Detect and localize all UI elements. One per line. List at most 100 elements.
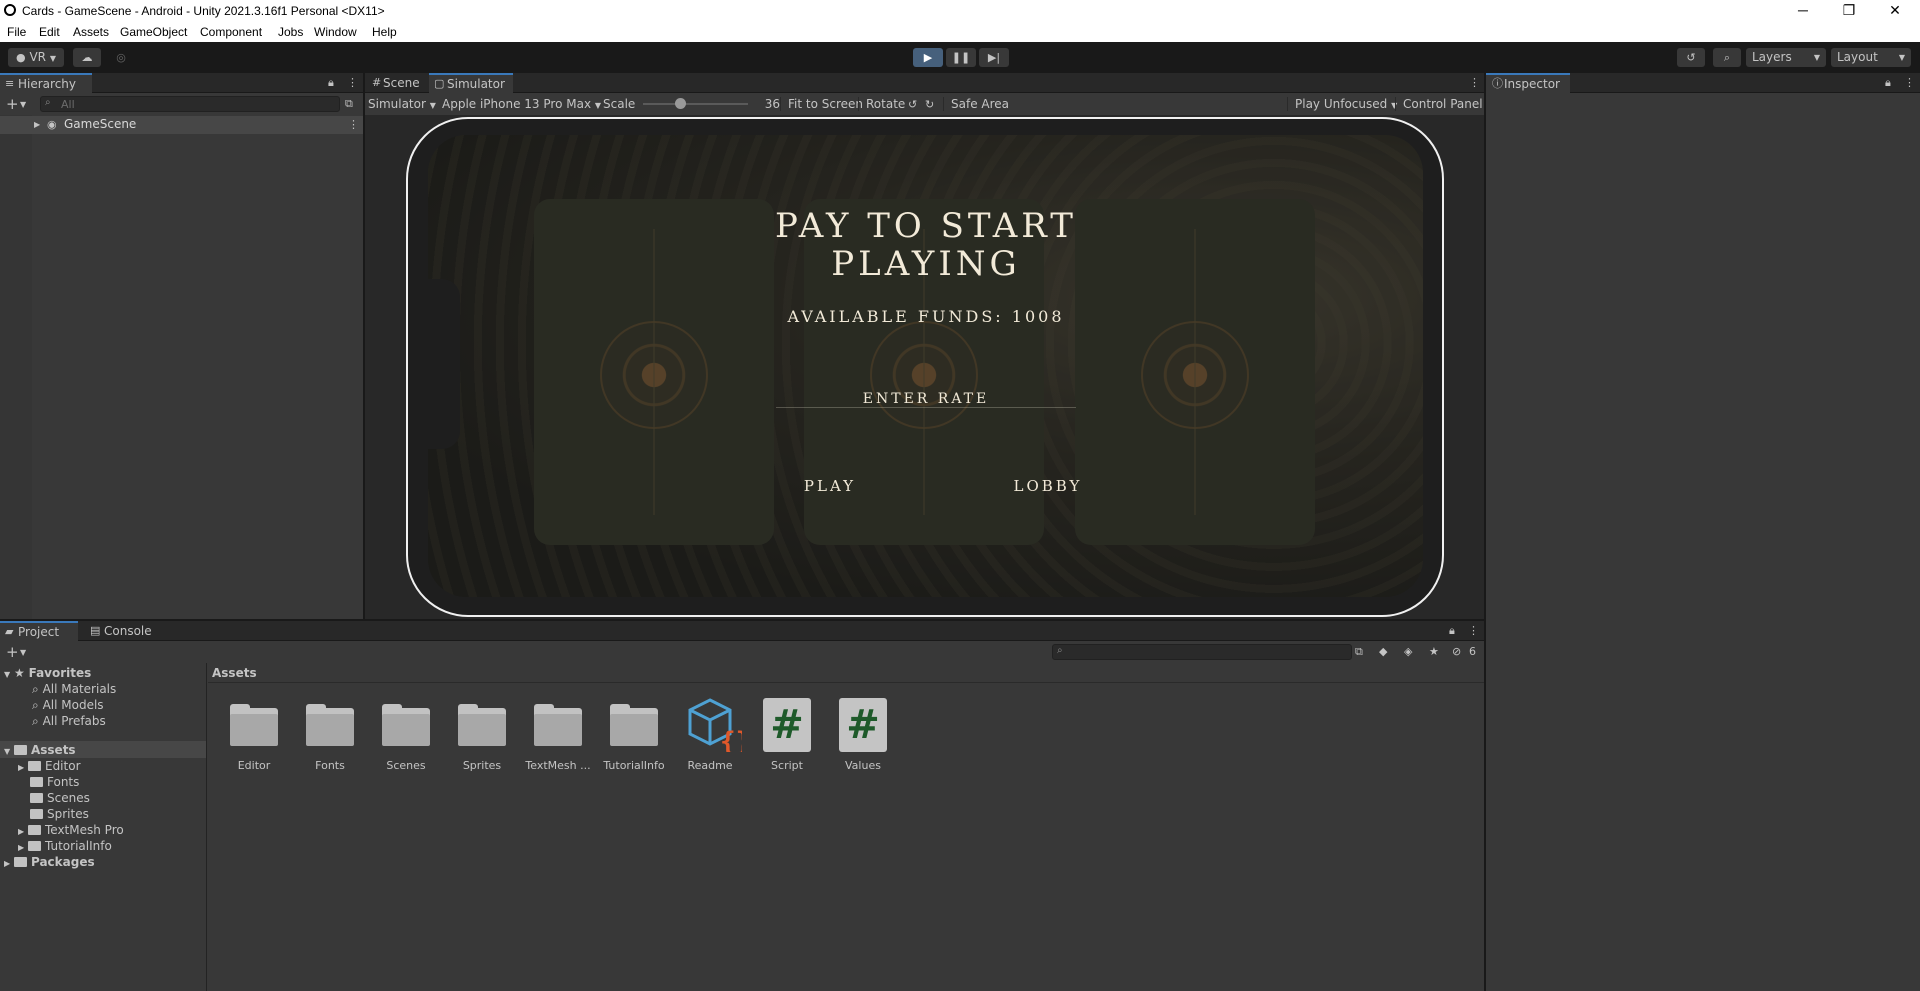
script-icon[interactable]: # (839, 698, 887, 752)
more-options-icon[interactable]: ⋮ (1469, 76, 1480, 89)
tree-folder-scenes[interactable]: Scenes (30, 791, 90, 805)
search-button[interactable]: ⌕ (1713, 48, 1741, 67)
rotate-left-icon[interactable]: ↺ (908, 98, 917, 111)
asset-label: TutorialInfo (603, 759, 665, 772)
unity-logo-icon (4, 4, 16, 16)
star-icon[interactable]: ★ (1429, 645, 1439, 658)
add-icon[interactable]: + (6, 643, 19, 661)
packages-root[interactable]: ▶ Packages (4, 855, 95, 869)
tree-folder-textmesh[interactable]: ▶ TextMesh Pro (18, 823, 124, 837)
minimize-button[interactable]: ─ (1780, 0, 1826, 22)
expand-arrow-icon: ▶ (4, 859, 11, 868)
hidden-packages-icon[interactable]: ⊘ (1452, 645, 1461, 658)
asset-label: Fonts (315, 759, 345, 772)
menu-file[interactable]: File (7, 25, 26, 39)
project-search-input[interactable]: ⌕ (1052, 644, 1352, 660)
tab-hierarchy[interactable]: ≡ Hierarchy (0, 73, 92, 93)
safe-area-toggle[interactable]: Safe Area (943, 97, 1009, 111)
lobby-button[interactable]: LOBBY (993, 477, 1103, 495)
tree-folder-fonts[interactable]: Fonts (30, 775, 79, 789)
asset-label: Sprites (462, 759, 502, 772)
hierarchy-header: ≡ Hierarchy 🔒︎ ⋮ (0, 73, 363, 93)
favorite-all-materials[interactable]: ⌕ All Materials (32, 682, 116, 697)
expand-arrow-icon[interactable]: ▶ (34, 120, 40, 129)
chevron-down-icon[interactable]: ▼ (20, 648, 26, 657)
asset-label: Readme (687, 759, 733, 772)
asset-grid: Editor Fonts Scenes Sprites TextMesh ...… (208, 684, 1484, 991)
asset-readme[interactable]: {} (686, 696, 751, 757)
tab-scene[interactable]: # Scene (365, 73, 429, 93)
lock-icon[interactable]: 🔒︎ (1449, 624, 1455, 638)
assets-root[interactable]: ▼ Assets (4, 743, 76, 757)
scene-tabs: # Scene ▢ Simulator ⋮ (365, 73, 1484, 93)
layout-dropdown[interactable]: Layout ▼ (1831, 48, 1911, 67)
tab-inspector[interactable]: ⓘ Inspector (1486, 73, 1570, 93)
tab-project[interactable]: ▰ Project (0, 621, 78, 641)
chevron-down-icon[interactable]: ▼ (20, 100, 26, 109)
fit-to-screen-toggle[interactable]: Fit to Screen (780, 97, 863, 111)
menu-help[interactable]: Help (372, 25, 397, 39)
filter-type-icon[interactable]: ◆ (1379, 645, 1387, 658)
collab-button[interactable]: ◎ (108, 48, 134, 67)
breadcrumb-assets[interactable]: Assets (212, 666, 257, 680)
favorites-header[interactable]: ▼ ★ Favorites (4, 666, 91, 680)
expand-arrow-icon: ▶ (18, 763, 25, 772)
expand-arrow-icon: ▼ (4, 670, 11, 679)
asset-label: Scenes (386, 759, 426, 772)
collab-icon: ◎ (116, 51, 126, 64)
tree-folder-tutorialinfo[interactable]: ▶ TutorialInfo (18, 839, 112, 853)
lock-icon[interactable]: 🔒︎ (328, 76, 334, 90)
more-options-icon[interactable]: ⋮ (348, 118, 359, 131)
rotate-right-icon[interactable]: ↻ (925, 98, 934, 111)
scene-visibility-icon[interactable]: ⧉ (345, 97, 353, 111)
window-titlebar: Cards - GameScene - Android - Unity 2021… (0, 0, 1920, 22)
lock-icon[interactable]: 🔒︎ (1885, 76, 1891, 90)
menu-edit[interactable]: Edit (39, 25, 60, 39)
favorite-all-prefabs[interactable]: ⌕ All Prefabs (32, 714, 106, 729)
play-game-button[interactable]: PLAY (780, 477, 880, 495)
favorite-all-models[interactable]: ⌕ All Models (32, 698, 104, 713)
layers-dropdown[interactable]: Layers ▼ (1746, 48, 1826, 67)
pause-button[interactable]: ❚❚ (946, 48, 976, 67)
search-by-type-icon[interactable]: ⧉ (1355, 645, 1363, 659)
svg-text:{}: {} (720, 727, 742, 752)
hierarchy-search[interactable]: ⌕ All (40, 96, 340, 112)
menu-window[interactable]: Window (314, 25, 357, 39)
menu-gameobject[interactable]: GameObject (120, 25, 187, 39)
more-options-icon[interactable]: ⋮ (347, 76, 358, 89)
script-icon[interactable]: # (763, 698, 811, 752)
tab-console[interactable]: ▤ Console (86, 621, 160, 641)
scale-slider-thumb[interactable] (674, 98, 686, 109)
menu-component[interactable]: Component (200, 25, 262, 39)
more-options-icon[interactable]: ⋮ (1904, 76, 1915, 89)
add-icon[interactable]: + (6, 95, 19, 113)
folder-icon (610, 704, 658, 748)
control-panel-button[interactable]: Control Panel (1395, 97, 1483, 111)
account-dropdown[interactable]: ● VR ▼ (8, 48, 64, 67)
device-notch (426, 279, 460, 449)
hierarchy-item-gamescene[interactable]: ▶ ◉ GameScene ⋮ (0, 116, 363, 134)
simulator-icon: ▢ (434, 77, 445, 90)
play-mode-dropdown[interactable]: Play Unfocused ▼ (1287, 97, 1397, 111)
menu-jobs[interactable]: Jobs (278, 25, 303, 39)
undo-history-button[interactable]: ↺ (1677, 48, 1705, 67)
enter-rate-input[interactable]: ENTER RATE (776, 391, 1076, 408)
more-options-icon[interactable]: ⋮ (1468, 624, 1479, 637)
device-dropdown[interactable]: Apple iPhone 13 Pro Max ▼ (442, 97, 601, 111)
inspector-header: ⓘ Inspector 🔒︎ ⋮ (1486, 73, 1920, 93)
tree-folder-sprites[interactable]: Sprites (30, 807, 89, 821)
close-button[interactable]: ✕ (1872, 0, 1918, 22)
simulator-dropdown[interactable]: Simulator ▼ (368, 97, 436, 111)
tree-folder-editor[interactable]: ▶ Editor (18, 759, 81, 773)
menu-assets[interactable]: Assets (73, 25, 109, 39)
label-icon[interactable]: ◈ (1404, 645, 1412, 658)
cloud-button[interactable]: ☁ (73, 48, 101, 67)
step-button[interactable]: ▶| (979, 48, 1009, 67)
tab-simulator[interactable]: ▢ Simulator (429, 73, 513, 93)
maximize-button[interactable]: ❐ (1826, 0, 1872, 22)
chevron-down-icon: ▼ (594, 101, 602, 110)
search-icon: ⌕ (1723, 51, 1731, 64)
play-button[interactable]: ▶ (913, 48, 943, 67)
scale-slider-track[interactable] (643, 103, 748, 105)
folder-icon (27, 825, 41, 835)
